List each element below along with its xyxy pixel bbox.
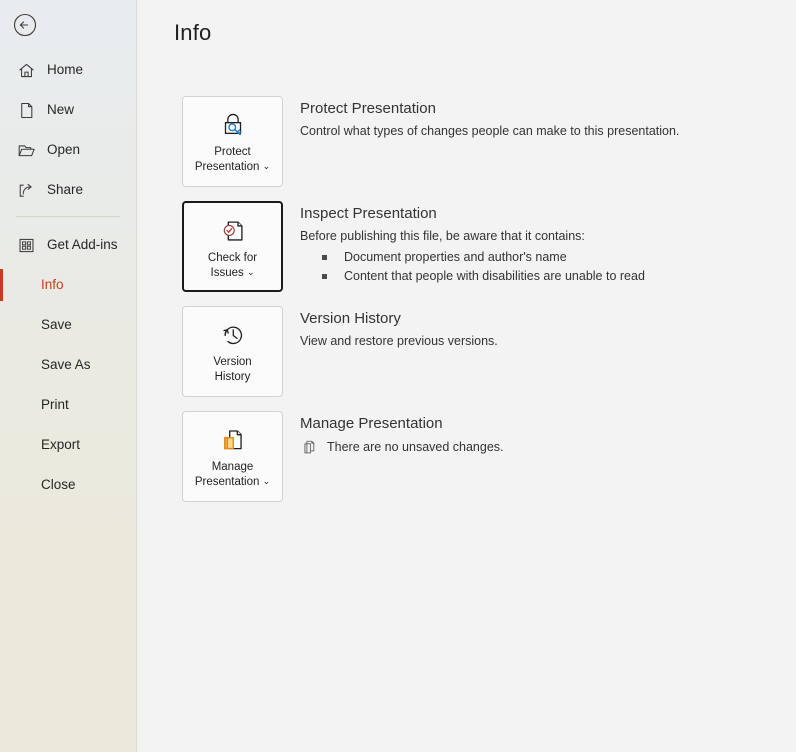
inspect-presentation-description: Before publishing this file, be aware th… xyxy=(300,229,585,243)
manage-presentation-status: There are no unsaved changes. xyxy=(300,438,796,455)
home-icon xyxy=(16,60,36,80)
version-history-button[interactable]: Version History xyxy=(182,306,283,397)
tile-label-line2: Presentation xyxy=(194,476,260,488)
manage-presentation-section: Manage Presentation ⌄ Manage Presentation… xyxy=(137,411,796,502)
clock-history-icon xyxy=(217,319,249,351)
sidebar-item-get-add-ins[interactable]: Get Add-ins xyxy=(0,231,136,259)
tile-label-line2: Presentation xyxy=(194,161,260,173)
sidebar-item-label: Export xyxy=(41,437,81,453)
manage-presentation-body: Manage Presentation There are no unsaved… xyxy=(300,411,796,455)
sidebar-item-label: Home xyxy=(47,62,84,78)
inspect-presentation-heading: Inspect Presentation xyxy=(300,205,437,222)
document-check-icon xyxy=(217,215,249,247)
list-item: Content that people with disabilities ar… xyxy=(322,267,796,286)
sidebar-item-close[interactable]: Close xyxy=(0,471,136,499)
sidebar-item-open[interactable]: Open xyxy=(0,136,136,164)
lock-key-icon xyxy=(217,109,249,141)
sidebar-item-label: New xyxy=(47,102,75,118)
manage-presentation-button[interactable]: Manage Presentation ⌄ xyxy=(182,411,283,502)
protect-presentation-button-label: Protect Presentation ⌄ xyxy=(195,145,270,175)
backstage-sidebar: Home New Open Share Get Add-ins Info Sav… xyxy=(0,0,137,752)
share-icon xyxy=(16,180,36,200)
sidebar-item-save-as[interactable]: Save As xyxy=(0,351,136,379)
inspect-presentation-body: Inspect Presentation Before publishing t… xyxy=(300,201,796,286)
sidebar-item-save[interactable]: Save xyxy=(0,311,136,339)
sidebar-item-print[interactable]: Print xyxy=(0,391,136,419)
sidebar-item-new[interactable]: New xyxy=(0,96,136,124)
sidebar-item-label: Save xyxy=(41,317,72,333)
new-file-icon xyxy=(16,100,36,120)
sidebar-divider xyxy=(16,216,120,217)
info-sections: Protect Presentation ⌄ Protect Presentati… xyxy=(137,96,796,516)
list-item: Document properties and author's name xyxy=(322,248,796,267)
back-arrow-icon xyxy=(13,13,37,37)
sidebar-item-label: Print xyxy=(41,397,69,413)
version-history-section: Version History Version History View and … xyxy=(137,306,796,397)
sidebar-item-export[interactable]: Export xyxy=(0,431,136,459)
tile-label-line1: Protect xyxy=(214,146,251,158)
manage-presentation-status-text: There are no unsaved changes. xyxy=(327,439,504,454)
protect-presentation-button[interactable]: Protect Presentation ⌄ xyxy=(182,96,283,187)
sidebar-item-home[interactable]: Home xyxy=(0,56,136,84)
protect-presentation-body: Protect Presentation Control what types … xyxy=(300,96,796,140)
protect-presentation-section: Protect Presentation ⌄ Protect Presentati… xyxy=(137,96,796,187)
inspect-presentation-bullets: Document properties and author's name Co… xyxy=(300,248,796,286)
sidebar-item-label: Close xyxy=(41,477,76,493)
sidebar-item-label: Save As xyxy=(41,357,91,373)
sidebar-item-label: Share xyxy=(47,182,84,198)
tile-label-line1: Manage xyxy=(211,461,254,473)
info-pane: Info Protect Presentation ⌄ Protect Pres… xyxy=(137,0,796,752)
addins-icon xyxy=(16,235,36,255)
tile-label-line1: Version xyxy=(213,356,252,368)
folder-icon xyxy=(16,140,36,160)
tile-label-line2: History xyxy=(214,371,251,383)
sidebar-item-share[interactable]: Share xyxy=(0,176,136,204)
version-history-heading: Version History xyxy=(300,310,401,327)
tile-label-line2: Issues xyxy=(210,267,244,279)
protect-presentation-description: Control what types of changes people can… xyxy=(300,124,680,138)
check-for-issues-button-label: Check for Issues ⌄ xyxy=(208,251,257,281)
version-history-body: Version History View and restore previou… xyxy=(300,306,796,350)
inspect-presentation-section: Check for Issues ⌄ Inspect Presentation B… xyxy=(137,201,796,292)
check-for-issues-button[interactable]: Check for Issues ⌄ xyxy=(182,201,283,292)
version-history-button-label: Version History xyxy=(213,355,251,385)
manage-presentation-heading: Manage Presentation xyxy=(300,415,443,432)
document-copy-icon xyxy=(300,438,317,455)
version-history-description: View and restore previous versions. xyxy=(300,334,498,348)
page-title: Info xyxy=(174,20,212,45)
sidebar-item-info[interactable]: Info xyxy=(0,269,136,301)
sidebar-item-label: Open xyxy=(47,142,81,158)
document-copy-orange-icon xyxy=(217,424,249,456)
manage-presentation-button-label: Manage Presentation ⌄ xyxy=(195,460,270,490)
sidebar-item-label: Get Add-ins xyxy=(47,237,118,253)
backstage-nav: Home New Open Share Get Add-ins Info Sav… xyxy=(0,56,136,511)
tile-label-line1: Check for xyxy=(207,252,258,264)
backstage-view: Home New Open Share Get Add-ins Info Sav… xyxy=(0,0,796,752)
protect-presentation-heading: Protect Presentation xyxy=(300,100,436,117)
chevron-down-icon: ⌄ xyxy=(246,267,255,277)
sidebar-item-label: Info xyxy=(41,277,64,293)
back-button[interactable] xyxy=(13,13,37,37)
chevron-down-icon: ⌄ xyxy=(262,161,271,171)
chevron-down-icon: ⌄ xyxy=(262,476,271,486)
